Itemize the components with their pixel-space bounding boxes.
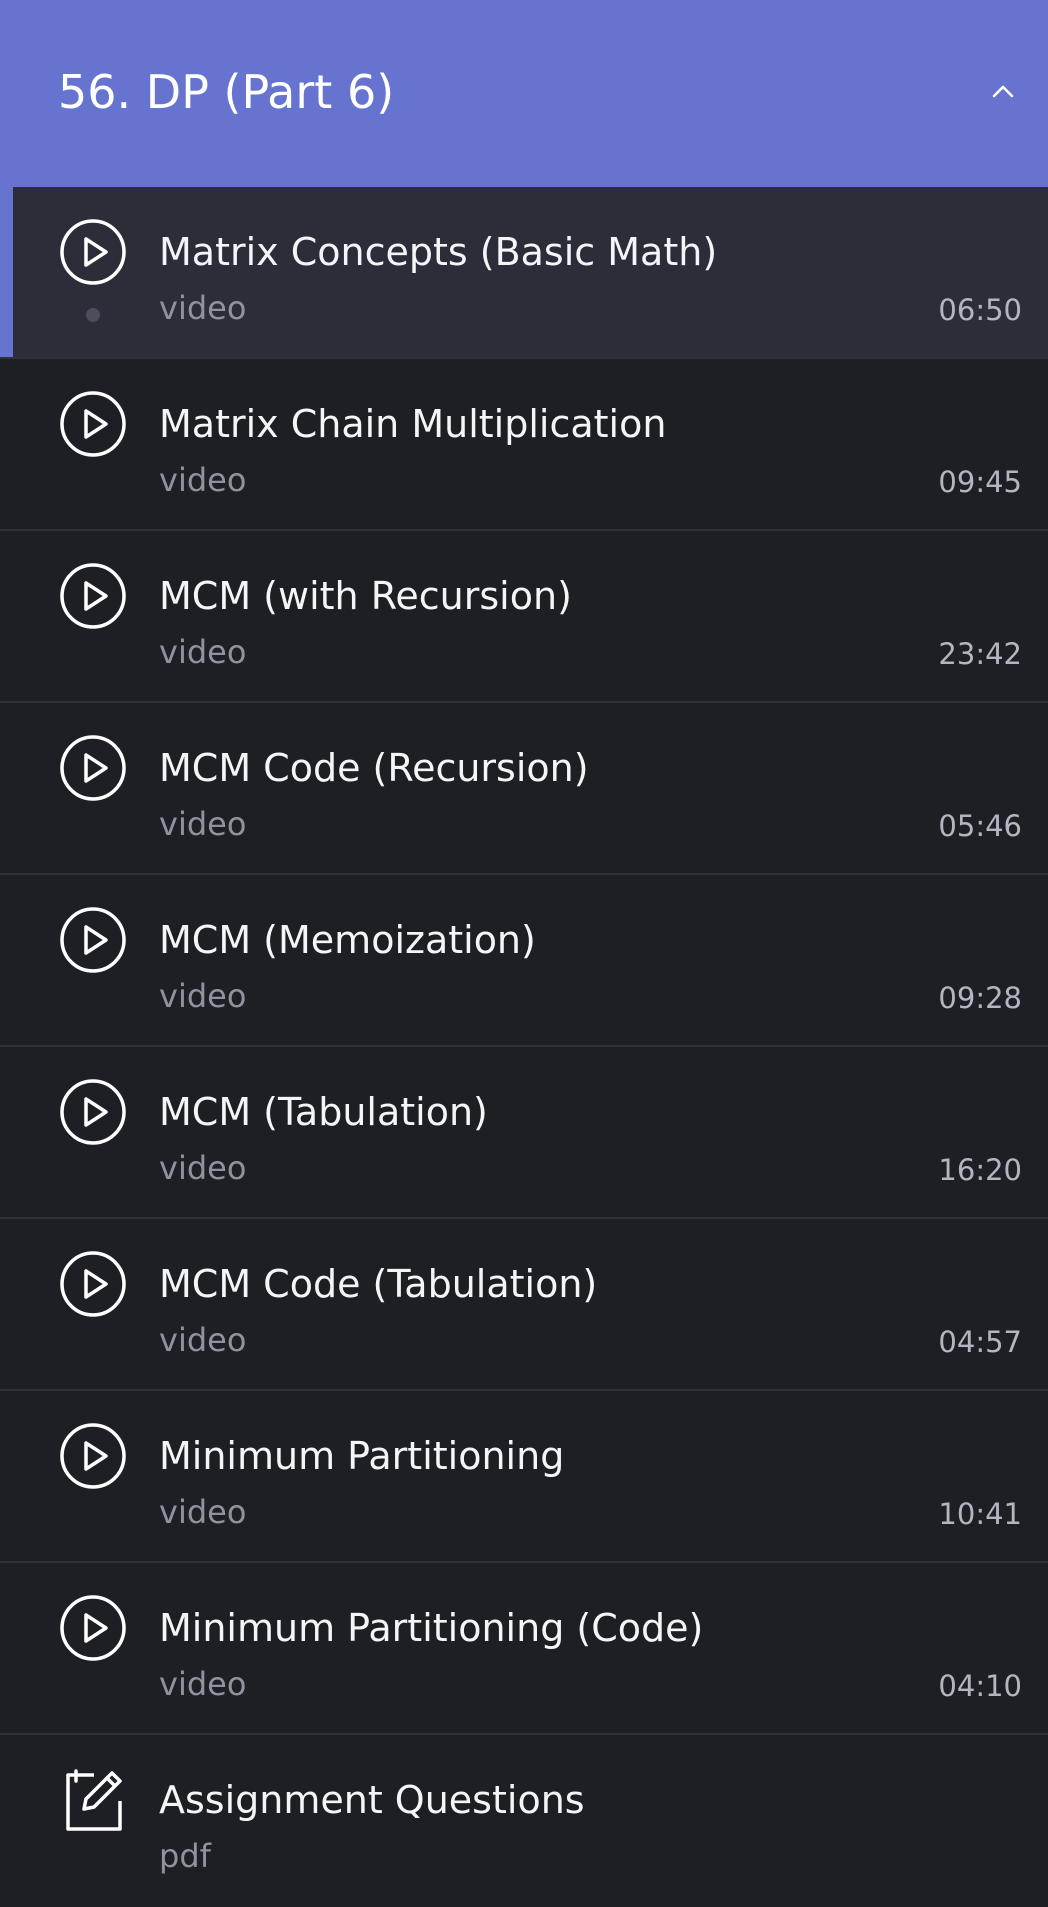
lesson-list: Matrix Concepts (Basic Math) video 06:50… xyxy=(0,187,1048,1907)
lesson-type: pdf xyxy=(159,1837,211,1875)
section-header[interactable]: 56. DP (Part 6) xyxy=(0,0,1048,187)
lesson-item[interactable]: Minimum Partitioning video 10:41 xyxy=(0,1391,1048,1563)
lesson-item[interactable]: MCM (Memoization) video 09:28 xyxy=(0,875,1048,1047)
lesson-type: video xyxy=(159,289,247,327)
lesson-title: Minimum Partitioning (Code) xyxy=(159,1606,704,1650)
lesson-item[interactable]: Minimum Partitioning (Code) video 04:10 xyxy=(0,1563,1048,1735)
lesson-duration: 05:46 xyxy=(938,809,1022,843)
lesson-duration: 23:42 xyxy=(938,637,1022,671)
lesson-duration: 04:10 xyxy=(938,1669,1022,1703)
lesson-title: Matrix Chain Multiplication xyxy=(159,402,667,446)
lesson-type: video xyxy=(159,1321,247,1359)
lesson-title: MCM (Tabulation) xyxy=(159,1090,488,1134)
lesson-duration: 09:45 xyxy=(938,465,1022,499)
play-circle-icon[interactable] xyxy=(58,1421,128,1491)
lesson-title: MCM (with Recursion) xyxy=(159,574,572,618)
lesson-item[interactable]: MCM Code (Tabulation) video 04:57 xyxy=(0,1219,1048,1391)
lesson-duration: 16:20 xyxy=(938,1153,1022,1187)
active-indicator xyxy=(0,187,13,357)
lesson-title: Assignment Questions xyxy=(159,1778,585,1822)
play-circle-icon[interactable] xyxy=(58,905,128,975)
lesson-item[interactable]: Matrix Chain Multiplication video 09:45 xyxy=(0,359,1048,531)
lesson-title: Matrix Concepts (Basic Math) xyxy=(159,230,718,274)
lesson-title: MCM (Memoization) xyxy=(159,918,536,962)
lesson-duration: 04:57 xyxy=(938,1325,1022,1359)
lesson-type: video xyxy=(159,977,247,1015)
lesson-type: video xyxy=(159,633,247,671)
play-circle-icon[interactable] xyxy=(58,217,128,287)
progress-dot xyxy=(86,308,100,322)
lesson-item[interactable]: MCM (with Recursion) video 23:42 xyxy=(0,531,1048,703)
section-title: 56. DP (Part 6) xyxy=(58,65,395,119)
lesson-duration: 06:50 xyxy=(938,293,1022,327)
lesson-title: MCM Code (Recursion) xyxy=(159,746,589,790)
play-circle-icon[interactable] xyxy=(58,561,128,631)
lesson-duration: 10:41 xyxy=(938,1497,1022,1531)
lesson-item[interactable]: Matrix Concepts (Basic Math) video 06:50 xyxy=(0,187,1048,359)
lesson-type: video xyxy=(159,1493,247,1531)
lesson-type: video xyxy=(159,805,247,843)
lesson-item[interactable]: MCM Code (Recursion) video 05:46 xyxy=(0,703,1048,875)
lesson-type: video xyxy=(159,461,247,499)
lesson-duration: 09:28 xyxy=(938,981,1022,1015)
chevron-up-icon[interactable] xyxy=(988,76,1018,106)
play-circle-icon[interactable] xyxy=(58,1593,128,1663)
play-circle-icon[interactable] xyxy=(58,389,128,459)
lesson-item[interactable]: Assignment Questions pdf xyxy=(0,1735,1048,1907)
play-circle-icon[interactable] xyxy=(58,1249,128,1319)
lesson-title: Minimum Partitioning xyxy=(159,1434,565,1478)
edit-document-icon[interactable] xyxy=(58,1765,128,1835)
play-circle-icon[interactable] xyxy=(58,1077,128,1147)
lesson-item[interactable]: MCM (Tabulation) video 16:20 xyxy=(0,1047,1048,1219)
lesson-type: video xyxy=(159,1665,247,1703)
play-circle-icon[interactable] xyxy=(58,733,128,803)
lesson-title: MCM Code (Tabulation) xyxy=(159,1262,598,1306)
lesson-type: video xyxy=(159,1149,247,1187)
